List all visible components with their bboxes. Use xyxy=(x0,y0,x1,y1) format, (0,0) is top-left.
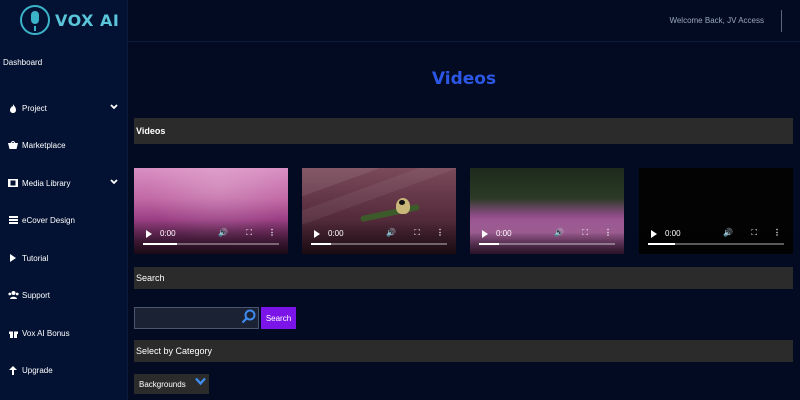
fullscreen-icon[interactable]: ⛶ xyxy=(751,228,757,238)
sidebar-item-label: Marketplace xyxy=(22,140,66,150)
logo-text: VOX AI xyxy=(55,10,120,30)
video-player[interactable]: 0:00 🔊 ⛶ ⋮ xyxy=(134,168,288,254)
video-progress-bar[interactable] xyxy=(648,243,784,245)
sidebar-item-media-library[interactable]: Media Library xyxy=(0,173,128,193)
volume-icon[interactable]: 🔊 xyxy=(554,228,564,237)
video-time: 0:00 xyxy=(496,229,512,238)
divider xyxy=(781,10,782,32)
film-icon xyxy=(7,179,19,187)
play-icon[interactable] xyxy=(146,230,152,238)
chevron-down-icon xyxy=(195,377,206,389)
category-select[interactable]: Backgrounds xyxy=(134,374,209,394)
search-icon[interactable] xyxy=(241,309,257,325)
sidebar-item-label: Dashboard xyxy=(3,57,43,67)
page-title: Videos xyxy=(431,69,497,89)
basket-icon xyxy=(7,141,19,149)
sidebar-item-marketplace[interactable]: Marketplace xyxy=(0,135,128,155)
video-player[interactable]: 0:00 🔊 ⛶ ⋮ xyxy=(470,168,624,254)
microphone-logo-icon xyxy=(20,5,50,35)
play-icon xyxy=(7,254,19,262)
search-section-header: Search xyxy=(134,267,793,289)
video-time: 0:00 xyxy=(160,229,176,238)
chevron-down-icon xyxy=(110,178,118,187)
sidebar-item-label: Tutorial xyxy=(22,253,49,263)
category-section-header: Select by Category xyxy=(134,340,793,362)
gift-icon xyxy=(7,329,19,338)
videos-section-header: Videos xyxy=(134,118,793,144)
video-controls: 0:00 🔊 ⛶ ⋮ xyxy=(134,220,288,254)
video-controls: 0:00 🔊 ⛶ ⋮ xyxy=(302,220,456,254)
more-options-icon[interactable]: ⋮ xyxy=(436,228,444,237)
sidebar-item-label: Vox AI Bonus xyxy=(22,328,70,338)
volume-icon[interactable]: 🔊 xyxy=(218,228,228,237)
sidebar-item-dashboard[interactable]: Dashboard xyxy=(0,52,128,72)
play-icon[interactable] xyxy=(482,230,488,238)
video-controls: 0:00 🔊 ⛶ ⋮ xyxy=(639,220,793,254)
sidebar-item-tutorial[interactable]: Tutorial xyxy=(0,248,128,268)
sidebar-item-project[interactable]: Project xyxy=(0,98,128,118)
welcome-text: Welcome Back, JV Access xyxy=(669,16,764,25)
progress-fill xyxy=(479,243,500,245)
progress-fill xyxy=(311,243,332,245)
more-options-icon[interactable]: ⋮ xyxy=(773,228,781,237)
more-options-icon[interactable]: ⋮ xyxy=(604,228,612,237)
sidebar-item-label: Upgrade xyxy=(22,365,53,375)
fire-icon xyxy=(7,103,19,113)
sidebar-item-support[interactable]: Support xyxy=(0,285,128,305)
arrow-up-icon xyxy=(7,365,19,375)
list-icon xyxy=(7,216,19,224)
video-player[interactable]: 0:00 🔊 ⛶ ⋮ xyxy=(639,168,793,254)
video-controls: 0:00 🔊 ⛶ ⋮ xyxy=(470,220,624,254)
fullscreen-icon[interactable]: ⛶ xyxy=(246,228,252,238)
chevron-down-icon xyxy=(110,103,118,112)
sidebar-item-label: Project xyxy=(22,103,47,113)
progress-fill xyxy=(143,243,177,245)
progress-fill xyxy=(648,243,676,245)
play-icon[interactable] xyxy=(314,230,320,238)
sidebar-item-label: eCover Design xyxy=(22,215,75,225)
search-button[interactable]: Search xyxy=(261,307,296,329)
top-bar: Welcome Back, JV Access xyxy=(128,0,800,42)
sidebar-item-ecover-design[interactable]: eCover Design xyxy=(0,210,128,230)
video-player[interactable]: 0:00 🔊 ⛶ ⋮ xyxy=(302,168,456,254)
video-progress-bar[interactable] xyxy=(311,243,447,245)
sidebar-item-vox-ai-bonus[interactable]: Vox AI Bonus xyxy=(0,323,128,343)
video-time: 0:00 xyxy=(665,229,681,238)
category-select-value: Backgrounds xyxy=(139,379,186,389)
more-options-icon[interactable]: ⋮ xyxy=(268,228,276,237)
users-icon xyxy=(7,291,19,299)
video-progress-bar[interactable] xyxy=(143,243,279,245)
sidebar-item-label: Support xyxy=(22,290,51,300)
sidebar-item-label: Media Library xyxy=(22,178,71,188)
fullscreen-icon[interactable]: ⛶ xyxy=(582,228,588,238)
play-icon[interactable] xyxy=(651,230,657,238)
video-progress-bar[interactable] xyxy=(479,243,615,245)
volume-icon[interactable]: 🔊 xyxy=(723,228,733,237)
volume-icon[interactable]: 🔊 xyxy=(386,228,396,237)
bird-shape xyxy=(396,198,410,214)
video-time: 0:00 xyxy=(328,229,344,238)
logo[interactable]: VOX AI xyxy=(20,4,130,36)
sidebar: VOX AI Dashboard Project Marketplace Med… xyxy=(0,0,128,400)
sidebar-item-upgrade[interactable]: Upgrade xyxy=(0,360,128,380)
fullscreen-icon[interactable]: ⛶ xyxy=(414,228,420,238)
